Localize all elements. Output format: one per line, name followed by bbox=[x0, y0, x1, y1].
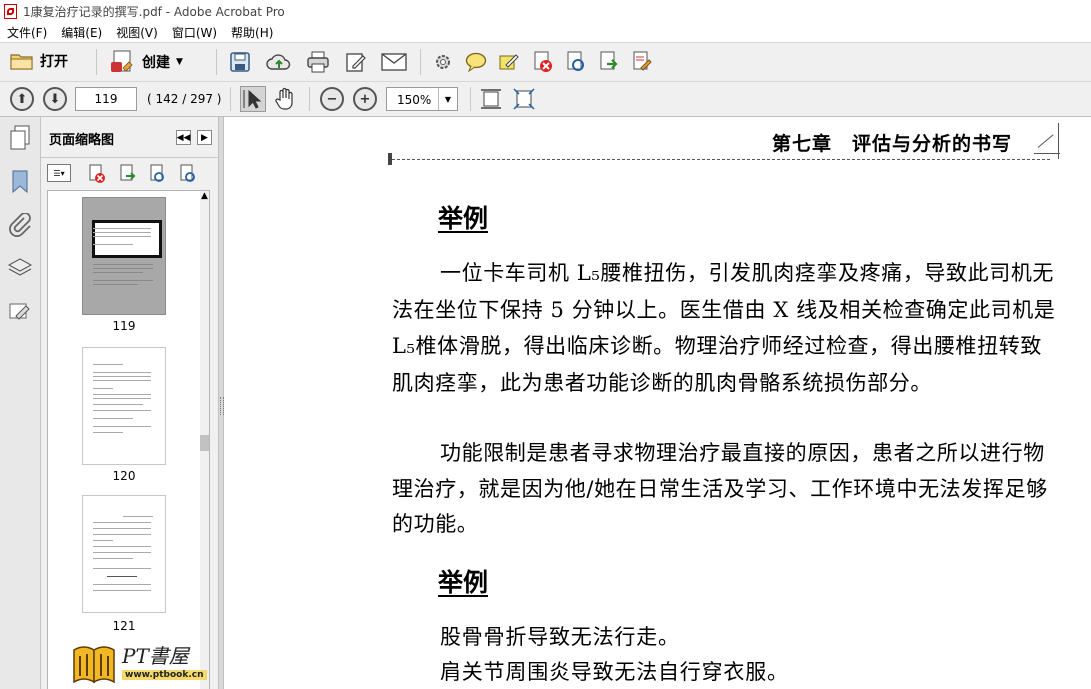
paragraph: 功能限制是患者寻求物理治疗最直接的原因，患者之所以进行物理治疗，就是因为他/她在… bbox=[392, 441, 1048, 536]
example-heading: 举例 bbox=[438, 204, 489, 233]
double-left-icon: ◀◀ bbox=[176, 132, 191, 143]
plus-icon: + bbox=[359, 91, 371, 107]
menu-window[interactable]: 窗口(W) bbox=[165, 24, 224, 41]
menu-file[interactable]: 文件(F) bbox=[0, 24, 54, 41]
chevron-right-icon: ▶ bbox=[201, 132, 208, 143]
dropdown-arrow-icon: ▼ bbox=[176, 57, 183, 67]
highlight-icon[interactable] bbox=[498, 51, 520, 73]
main-toolbar: 打开 创建 ▼ bbox=[0, 42, 1091, 82]
paragraph: 一位卡车司机 L₅腰椎扭伤，引发肌肉痉挛及疼痛，导致此司机无法在坐位下保持 5 … bbox=[392, 261, 1056, 395]
page-thumbnails-icon[interactable] bbox=[9, 125, 31, 151]
thumbnail-page-120[interactable] bbox=[82, 347, 166, 465]
panel-rotate-cw-icon[interactable] bbox=[178, 164, 198, 184]
thumbnail-page-119[interactable] bbox=[82, 197, 166, 315]
panel-menu-button[interactable]: ▶ bbox=[197, 130, 212, 145]
rotate-page-icon[interactable] bbox=[565, 51, 587, 73]
list-item: 肩关节周围炎导致无法自行穿衣服。 bbox=[440, 660, 789, 684]
layers-icon[interactable] bbox=[7, 257, 33, 279]
collapse-panel-button[interactable]: ◀◀ bbox=[176, 130, 191, 145]
scroll-up-icon[interactable]: ▲ bbox=[201, 191, 208, 201]
page-count: ( 142 / 297 ) bbox=[147, 92, 222, 106]
panel-title: 页面缩略图 bbox=[49, 133, 115, 148]
create-label: 创建 bbox=[142, 55, 170, 71]
zoom-out-button[interactable]: − bbox=[320, 87, 344, 111]
thumbnail-panel: 页面缩略图 ◀◀ ▶ ☰▾ 119 120 121 ▲ bbox=[41, 117, 218, 689]
acrobat-icon bbox=[4, 4, 17, 19]
signatures-icon[interactable] bbox=[8, 300, 32, 322]
minus-icon: − bbox=[326, 91, 338, 107]
running-head: 第七章 评估与分析的书写 bbox=[772, 133, 1013, 155]
attachment-icon[interactable] bbox=[8, 213, 32, 237]
sign-document-icon[interactable] bbox=[631, 51, 653, 73]
folder-icon bbox=[10, 54, 33, 70]
window-title: 1康复治疗记录的撰写.pdf - Adobe Acrobat Pro bbox=[23, 5, 285, 19]
gear-icon[interactable] bbox=[433, 52, 453, 72]
zoom-in-button[interactable]: + bbox=[353, 87, 377, 111]
arrow-down-icon: ⬇ bbox=[49, 91, 61, 107]
header-rule bbox=[392, 159, 1050, 160]
options-menu-button[interactable]: ☰▾ bbox=[47, 164, 71, 182]
title-bar: 1康复治疗记录的撰写.pdf - Adobe Acrobat Pro bbox=[0, 0, 1091, 23]
menu-help[interactable]: 帮助(H) bbox=[224, 24, 280, 41]
fit-page-icon[interactable] bbox=[513, 88, 535, 110]
chevron-down-icon: ▼ bbox=[438, 88, 457, 110]
email-icon[interactable] bbox=[381, 53, 407, 71]
scroll-thumb[interactable] bbox=[200, 435, 209, 451]
watermark-logo: PT書屋 www.ptbook.cn bbox=[70, 640, 207, 688]
create-button[interactable]: 创建 ▼ bbox=[110, 50, 183, 74]
panel-rotate-ccw-icon[interactable] bbox=[148, 164, 168, 184]
zoom-select[interactable]: 150% ▼ bbox=[386, 87, 458, 111]
menu-edit[interactable]: 编辑(E) bbox=[54, 24, 109, 41]
select-tool-icon[interactable] bbox=[240, 86, 266, 112]
previous-page-button[interactable]: ⬆ bbox=[10, 87, 34, 111]
menu-bar: 文件(F) 编辑(E) 视图(V) 窗口(W) 帮助(H) bbox=[0, 23, 1091, 42]
arrow-up-icon: ⬆ bbox=[16, 91, 28, 107]
edit-document-icon[interactable] bbox=[345, 51, 367, 73]
comment-icon[interactable] bbox=[465, 52, 487, 72]
fit-width-icon[interactable] bbox=[480, 88, 502, 110]
thumbnail-label: 119 bbox=[112, 319, 136, 333]
book-logo-icon bbox=[73, 646, 115, 684]
example-heading: 举例 bbox=[438, 568, 489, 597]
navigation-rail bbox=[0, 117, 41, 689]
hand-tool-icon[interactable] bbox=[274, 86, 298, 112]
list-icon: ☰▾ bbox=[53, 168, 65, 178]
watermark-url: www.ptbook.cn bbox=[122, 670, 207, 680]
document-view: 第七章 评估与分析的书写 举例 一位卡车司机 L₅腰椎扭伤，引发肌肉痉挛及疼痛，… bbox=[224, 117, 1091, 689]
zoom-value: 150% bbox=[397, 93, 432, 107]
print-icon[interactable] bbox=[306, 51, 330, 73]
open-button[interactable]: 打开 bbox=[10, 51, 68, 71]
panel-extract-page-icon[interactable] bbox=[118, 164, 138, 184]
next-page-button[interactable]: ⬇ bbox=[43, 87, 67, 111]
list-item: 股骨骨折导致无法行走。 bbox=[440, 625, 680, 649]
menu-view[interactable]: 视图(V) bbox=[109, 24, 165, 41]
thumbnail-label: 120 bbox=[112, 469, 136, 483]
corner-mark bbox=[1034, 125, 1060, 154]
create-pdf-icon bbox=[111, 50, 133, 72]
thumbnail-scrollbar[interactable]: ▲ bbox=[200, 191, 209, 689]
thumbnail-label: 121 bbox=[112, 619, 136, 633]
cloud-upload-icon[interactable] bbox=[266, 52, 292, 72]
panel-delete-page-icon[interactable] bbox=[87, 164, 107, 184]
bookmark-icon[interactable] bbox=[10, 170, 30, 194]
open-label: 打开 bbox=[40, 54, 68, 70]
navigation-toolbar: ⬆ ⬇ 119 ( 142 / 297 ) − + 150% ▼ bbox=[0, 82, 1091, 117]
save-icon[interactable] bbox=[229, 51, 251, 73]
watermark-text: PT書屋 bbox=[122, 644, 189, 668]
extract-page-icon[interactable] bbox=[598, 51, 620, 73]
thumbnail-list: 119 120 121 ▲ bbox=[47, 190, 210, 689]
delete-page-icon[interactable] bbox=[532, 51, 554, 73]
page-number-input[interactable]: 119 bbox=[75, 87, 137, 111]
thumbnail-page-121[interactable] bbox=[82, 495, 166, 613]
